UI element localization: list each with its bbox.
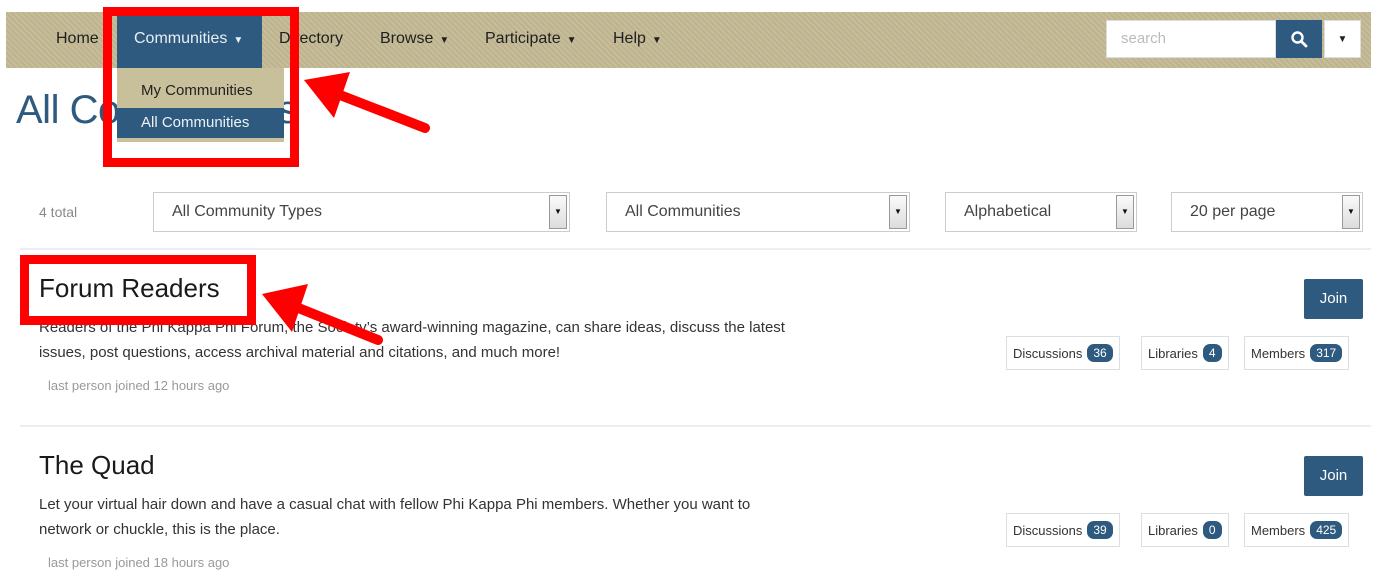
annotation-arrow-icon [262, 284, 383, 345]
annotation-arrows [262, 72, 430, 345]
annotation-arrow-icon [304, 72, 430, 133]
